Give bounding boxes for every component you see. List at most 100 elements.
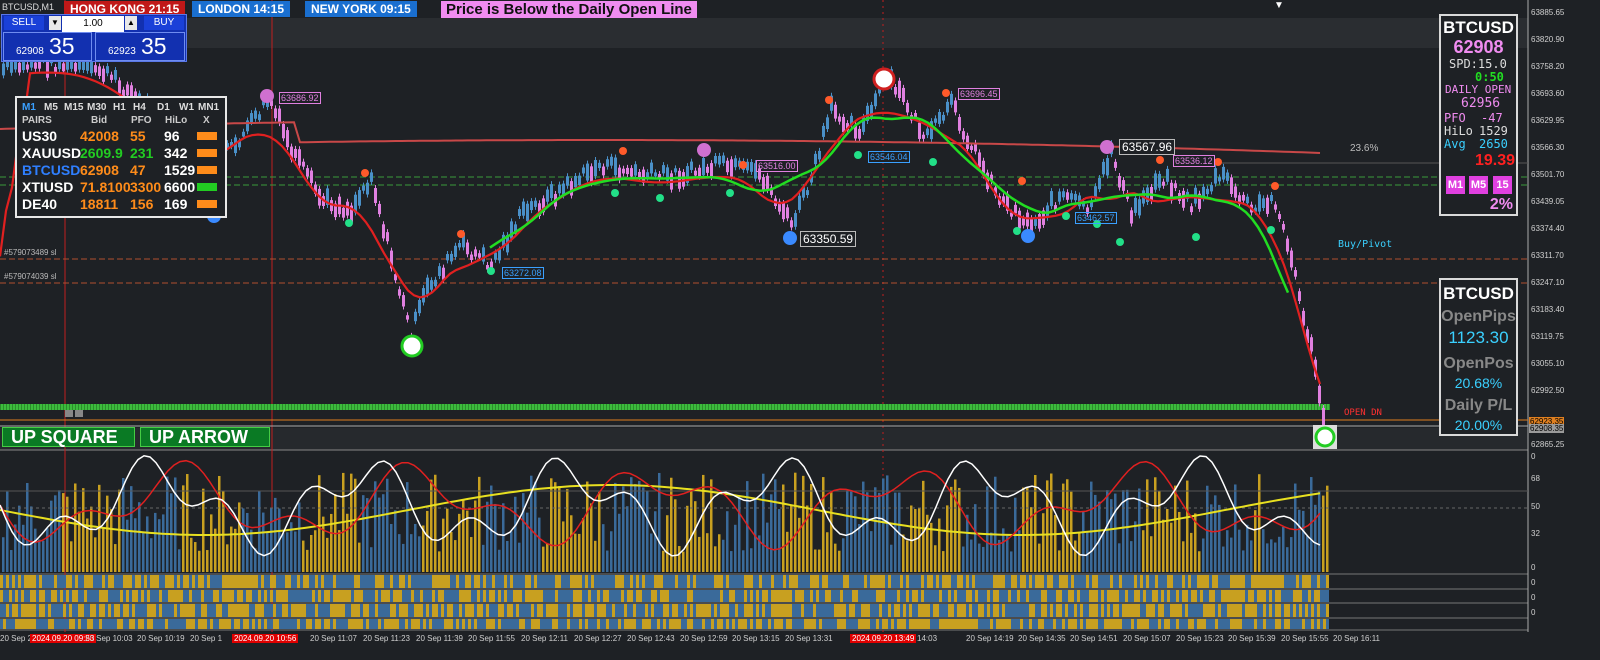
tf-button-15[interactable]: 15 [1493, 176, 1512, 194]
volume-bar [638, 480, 641, 572]
strip-cell [1296, 590, 1299, 602]
strip-cell [1077, 575, 1080, 588]
row-pair: BTCUSD [22, 162, 81, 178]
sell-price-button[interactable]: 62908 35 [3, 32, 92, 61]
volume-bar [1286, 547, 1289, 572]
strip-cell [951, 590, 954, 602]
strip-cell [1065, 604, 1068, 617]
strip-cell [1065, 575, 1068, 588]
strip-cell [1152, 575, 1155, 588]
col-x: X [203, 115, 210, 126]
strip-cell [387, 604, 390, 617]
strip-cell [405, 590, 408, 602]
strip-cell [528, 604, 531, 617]
candle [1118, 176, 1121, 188]
tf-h4[interactable]: H4 [133, 102, 146, 113]
up-square-button[interactable]: UP SQUARE [2, 427, 135, 447]
strip-cell [1089, 619, 1092, 629]
strip-cell [753, 619, 756, 629]
volume-bar [130, 486, 133, 572]
strip-cell [993, 604, 996, 617]
strip-cell [48, 590, 51, 602]
strip-cell [258, 604, 261, 617]
lot-decrease-icon[interactable]: ▼ [49, 16, 61, 30]
buy-button[interactable]: BUY [144, 16, 184, 30]
strip-cell [597, 619, 600, 629]
tf-w1[interactable]: W1 [179, 102, 194, 113]
strip-cell [918, 619, 921, 629]
tf-m5[interactable]: M5 [44, 102, 58, 113]
volume-bar [1070, 491, 1073, 572]
strip-cell [435, 575, 438, 588]
price-chart[interactable] [0, 0, 1600, 660]
strip-cell [417, 575, 420, 588]
candle [826, 117, 829, 130]
tf-mn1[interactable]: MN1 [198, 102, 219, 113]
strip-cell [804, 575, 807, 588]
strip-cell [429, 619, 432, 629]
strip-cell [432, 619, 435, 629]
candle [798, 195, 801, 210]
strip-cell [1320, 590, 1323, 602]
strip-cell [204, 604, 207, 617]
strip-cell [198, 619, 201, 629]
volume-bar [1042, 513, 1045, 572]
tf-d1[interactable]: D1 [157, 102, 170, 113]
up-arrow-button[interactable]: UP ARROW [140, 427, 270, 447]
volume-bar [970, 539, 973, 572]
strip-cell [1098, 619, 1101, 629]
tf-m15[interactable]: M15 [64, 102, 83, 113]
strip-cell [1032, 619, 1035, 629]
strip-cell [129, 590, 132, 602]
strip-cell [30, 575, 33, 588]
volume-bar [194, 542, 197, 572]
strip-cell [1221, 590, 1224, 602]
strip-cell [126, 590, 129, 602]
stop-loss-label-1: #579073489 sl [4, 248, 57, 257]
strip-cell [1047, 619, 1050, 629]
candle [46, 60, 49, 78]
volume-bar [1318, 490, 1321, 572]
strip-cell [882, 590, 885, 602]
strip-cell [906, 575, 909, 588]
strip-cell [723, 619, 726, 629]
row-hilo: 1529 [164, 162, 196, 178]
strip-cell [132, 575, 135, 588]
strip-cell [375, 590, 378, 602]
buy-price-button[interactable]: 62923 35 [95, 32, 185, 61]
strip-cell [1014, 575, 1017, 588]
strip-cell [801, 619, 804, 629]
strip-cell [1206, 604, 1209, 617]
volume-bar [150, 538, 153, 572]
lot-increase-icon[interactable]: ▲ [125, 16, 137, 30]
sell-button[interactable]: SELL [4, 16, 44, 30]
strip-cell [858, 619, 861, 629]
candle [690, 161, 693, 170]
strip-cell [903, 619, 906, 629]
candle [526, 203, 529, 222]
candle [438, 266, 441, 277]
tf-m30[interactable]: M30 [87, 102, 106, 113]
tf-h1[interactable]: H1 [113, 102, 126, 113]
strip-cell [837, 604, 840, 617]
tf-button-m1[interactable]: M1 [1446, 176, 1465, 194]
volume-bar [230, 526, 233, 572]
lot-size-input[interactable]: 1.00 [62, 16, 124, 32]
strip-cell [1011, 619, 1014, 629]
scroll-indicator-icon[interactable]: ▼ [1274, 0, 1284, 11]
strip-cell [75, 590, 78, 602]
volume-bar [394, 510, 397, 572]
strip-cell [1140, 604, 1143, 617]
strip-cell [1215, 619, 1218, 629]
strip-cell [252, 575, 255, 588]
strip-cell [603, 619, 606, 629]
tf-button-m5[interactable]: M5 [1469, 176, 1488, 194]
strip-cell [1191, 604, 1194, 617]
strip-cell [231, 619, 234, 629]
strip-cell [1161, 575, 1164, 588]
strip-cell [225, 575, 228, 588]
strip-cell [540, 590, 543, 602]
strip-cell [1023, 619, 1026, 629]
tf-m1[interactable]: M1 [22, 102, 36, 113]
oscillator-axis-label: 0 [1531, 608, 1536, 617]
